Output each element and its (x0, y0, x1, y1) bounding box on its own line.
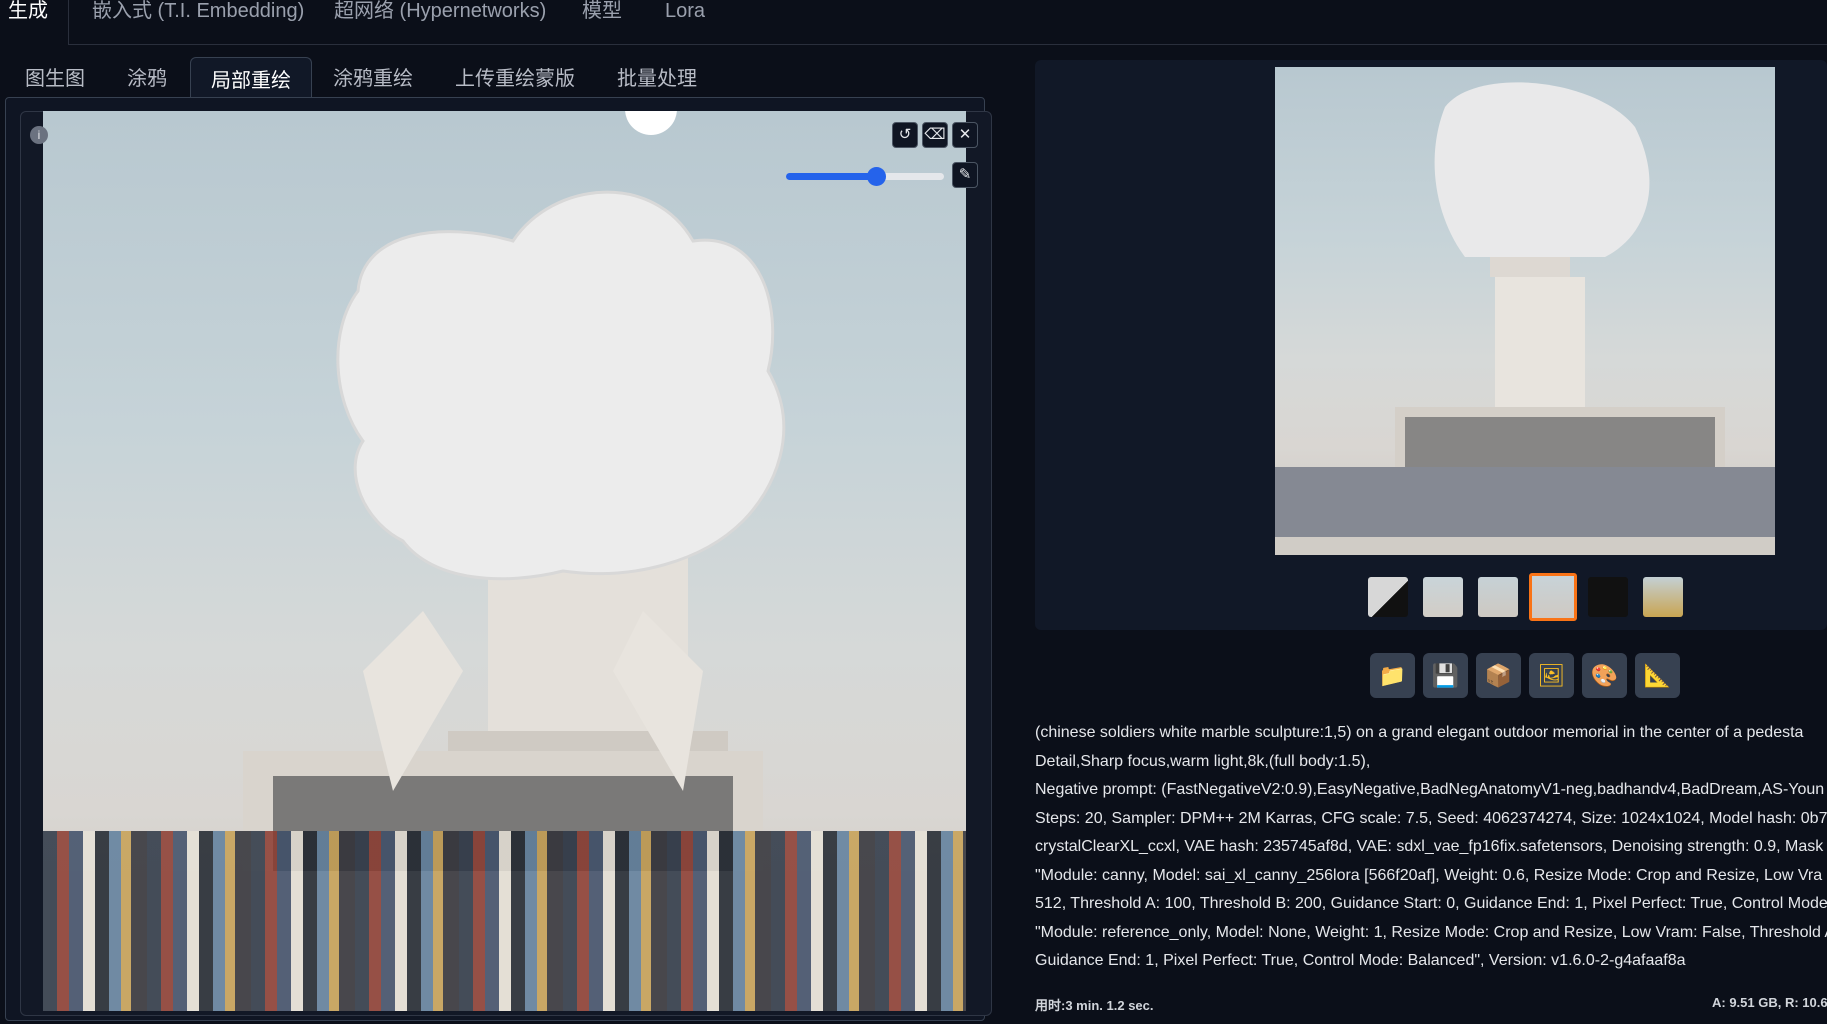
info-line: Detail,Sharp focus,warm light,8k,(full b… (1035, 753, 1371, 770)
tab-embedding[interactable]: 嵌入式 (T.I. Embedding) (92, 0, 304, 44)
output-image[interactable] (1275, 67, 1775, 555)
tab-hypernetworks[interactable]: 超网络 (Hypernetworks) (334, 0, 546, 44)
tab-batch[interactable]: 批量处理 (617, 62, 697, 91)
brush-size-slider[interactable] (786, 167, 944, 186)
thumbnail-3[interactable] (1478, 577, 1518, 617)
inpaint-canvas[interactable] (43, 111, 966, 1011)
thumbnail-5[interactable] (1588, 577, 1628, 617)
thumbnail-1[interactable] (1368, 577, 1408, 617)
brush-size-handle[interactable] (867, 167, 887, 186)
tab-sketch[interactable]: 涂鸦 (127, 62, 167, 91)
info-line: crystalClearXL_ccxl, VAE hash: 235745af8… (1035, 838, 1827, 855)
tab-model[interactable]: 模型 (582, 0, 622, 44)
image-icon[interactable]: 🖼 (1529, 653, 1574, 698)
tab-inpaint[interactable]: 局部重绘 (190, 57, 312, 97)
thumbnail-4-selected[interactable] (1529, 573, 1577, 621)
info-icon[interactable]: i (30, 126, 48, 144)
tab-inpaint-upload[interactable]: 上传重绘蒙版 (455, 62, 575, 91)
eraser-icon[interactable]: ⌫ (922, 122, 948, 148)
thumbnail-6[interactable] (1643, 577, 1683, 617)
info-line: "Module: reference_only, Model: None, We… (1035, 924, 1827, 941)
output-photo (1275, 82, 1775, 555)
brush-icon[interactable]: ✎ (952, 162, 978, 188)
inpaint-mask (336, 111, 786, 581)
brush-size-fill (786, 173, 877, 180)
top-tab-bar: 生成 嵌入式 (T.I. Embedding) 超网络 (Hypernetwor… (0, 0, 1827, 45)
info-line: 512, Threshold A: 100, Threshold B: 200,… (1035, 895, 1827, 912)
tab-lora[interactable]: Lora (665, 0, 705, 44)
tab-generate[interactable]: 生成 (0, 0, 69, 45)
palette-icon[interactable]: 🎨 (1582, 653, 1627, 698)
undo-icon[interactable]: ↺ (892, 122, 918, 148)
folder-icon[interactable]: 📁 (1370, 653, 1415, 698)
info-line: Guidance End: 1, Pixel Perfect: True, Co… (1035, 952, 1686, 969)
zip-icon[interactable]: 📦 (1476, 653, 1521, 698)
close-icon[interactable]: ✕ (952, 122, 978, 148)
save-icon[interactable]: 💾 (1423, 653, 1468, 698)
memory-usage: A: 9.51 GB, R: 10.6 (1712, 995, 1827, 1010)
time-taken: 用时:3 min. 1.2 sec. (1035, 998, 1154, 1013)
info-line: "Module: canny, Model: sai_xl_canny_256l… (1035, 867, 1823, 884)
info-line: Steps: 20, Sampler: DPM++ 2M Karras, CFG… (1035, 810, 1827, 827)
thumbnail-2[interactable] (1423, 577, 1463, 617)
tab-img2img[interactable]: 图生图 (25, 62, 85, 91)
tab-inpaint-sketch[interactable]: 涂鸦重绘 (333, 62, 413, 91)
info-line: Negative prompt: (FastNegativeV2:0.9),Ea… (1035, 781, 1825, 798)
info-line: (chinese soldiers white marble sculpture… (1035, 724, 1804, 741)
ruler-icon[interactable]: 📐 (1635, 653, 1680, 698)
